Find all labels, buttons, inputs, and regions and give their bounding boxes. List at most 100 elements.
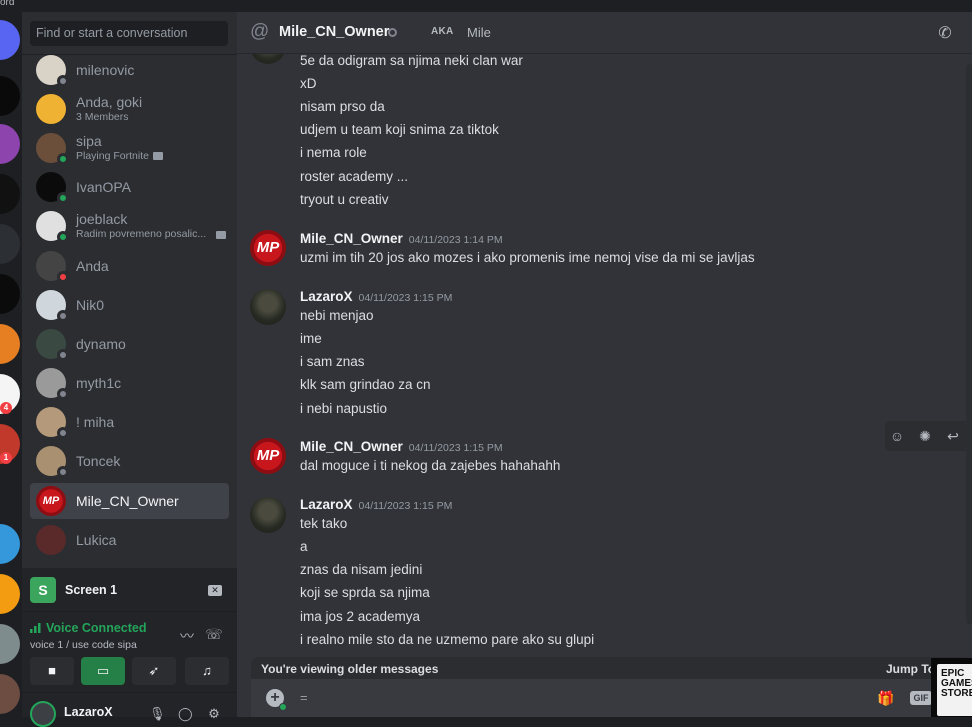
message-text: roster academy ... [300, 169, 409, 184]
server-icon[interactable] [0, 274, 20, 314]
server-icon[interactable] [0, 224, 20, 264]
dm-item-toncek[interactable]: Toncek [30, 443, 229, 479]
message-text: klk sam grindao za cn [300, 377, 431, 392]
server-icon[interactable] [0, 174, 20, 214]
dm-item-joeblack[interactable]: joeblack Radim povremeno posalic... [30, 208, 229, 244]
scrollbar[interactable] [966, 64, 972, 624]
message-avatar[interactable]: MP [250, 230, 286, 266]
message-text: udjem u team koji snima za tiktok [300, 122, 499, 137]
status-indicator [57, 75, 69, 87]
dm-item-milenovic[interactable]: milenovic [30, 52, 229, 88]
dm-item-miha[interactable]: ! miha [30, 404, 229, 440]
soundboard-button[interactable]: ♫ [185, 657, 229, 685]
jump-to-present-button[interactable]: Jump To [886, 662, 935, 676]
message-author[interactable]: Mile_CN_Owner [300, 439, 403, 454]
dm-item-dynamo[interactable]: dynamo [30, 326, 229, 362]
camera-button[interactable]: ■ [30, 657, 74, 685]
close-stream-icon[interactable]: ✕ [208, 585, 222, 596]
window-title: ord [0, 0, 15, 8]
dm-activity: Playing Fortnite [76, 150, 226, 162]
voice-call-icon[interactable]: ✆ [935, 23, 955, 43]
message-author[interactable]: LazaroX [300, 289, 353, 304]
message-header: Mile_CN_Owner 04/11/2023 1:14 PM [300, 231, 503, 246]
activity-text: Playing Fortnite [76, 150, 149, 162]
message-text: i nema role [300, 145, 367, 160]
message-composer[interactable]: + = 🎁 GIF [251, 679, 972, 717]
dm-item-lukica[interactable]: Lukica [30, 522, 229, 558]
status-indicator [57, 192, 69, 204]
add-super-reaction-icon[interactable]: ✺ [917, 428, 933, 444]
message-avatar[interactable]: MP [250, 438, 286, 474]
activity-button[interactable]: ➶ [132, 657, 176, 685]
message-text: znas da nisam jedini [300, 562, 423, 577]
dm-item-myth1c[interactable]: myth1c [30, 365, 229, 401]
dm-item-anda-goki[interactable]: Anda, goki 3 Members [30, 91, 229, 127]
aka-label: AKA [431, 26, 454, 37]
server-icon[interactable] [0, 624, 20, 664]
screen-share-button[interactable]: ▭ [81, 657, 125, 685]
dm-name: ! miha [76, 414, 115, 430]
dm-member-count: 3 Members [76, 111, 129, 123]
message-author[interactable]: LazaroX [300, 497, 353, 512]
notification-badge: 1 [0, 452, 12, 464]
server-icon[interactable] [0, 124, 20, 164]
upload-badge [279, 703, 287, 711]
message-input[interactable]: = [300, 690, 308, 705]
dm-name: sipa [76, 133, 102, 149]
group-avatar [36, 94, 66, 124]
older-messages-notice: You're viewing older messages [261, 662, 439, 676]
message-text: i nebi napustio [300, 401, 388, 416]
headphones-icon[interactable]: ◯ [178, 707, 193, 721]
message-avatar[interactable] [250, 497, 286, 533]
header-username[interactable]: Mile_CN_Owner [279, 24, 389, 40]
dm-item-nik0[interactable]: Nik0 [30, 287, 229, 323]
message-timestamp: 04/11/2023 1:15 PM [358, 500, 453, 512]
noise-suppression-icon[interactable]: 〰 [178, 626, 196, 644]
message-text: xD [300, 76, 317, 91]
status-indicator [57, 153, 69, 165]
search-input[interactable]: Find or start a conversation [30, 21, 228, 46]
add-reaction-icon[interactable]: ☺ [889, 428, 905, 444]
server-icon[interactable] [0, 524, 20, 564]
gif-button[interactable]: GIF [910, 691, 932, 705]
message-header: LazaroX 04/11/2023 1:15 PM [300, 497, 452, 512]
dm-name: milenovic [76, 62, 135, 78]
status-indicator [388, 28, 397, 37]
message-timestamp: 04/11/2023 1:15 PM [408, 442, 503, 454]
server-icon[interactable] [0, 76, 20, 116]
message-avatar[interactable] [250, 289, 286, 325]
status-indicator [57, 231, 69, 243]
dm-item-anda[interactable]: Anda [30, 248, 229, 284]
message-author[interactable]: Mile_CN_Owner [300, 231, 403, 246]
server-icon[interactable] [0, 674, 20, 714]
microphone-icon[interactable]: 🎙 [149, 707, 166, 721]
message-timestamp: 04/11/2023 1:15 PM [358, 292, 453, 304]
signal-icon [30, 623, 41, 633]
gift-icon[interactable]: 🎁 [877, 690, 894, 706]
dm-name: joeblack [76, 211, 128, 227]
dm-name: IvanOPA [76, 179, 131, 195]
gear-icon[interactable]: ⚙ [207, 707, 221, 721]
status-indicator [57, 349, 69, 361]
disconnect-icon[interactable]: ☏ [205, 626, 223, 642]
dm-name: Anda, goki [76, 94, 143, 110]
reply-icon[interactable]: ↩ [945, 428, 961, 444]
user-avatar[interactable] [30, 701, 56, 727]
dm-name: Mile_CN_Owner [76, 493, 179, 509]
dm-name: myth1c [76, 375, 122, 391]
older-messages-bar: You're viewing older messages Jump To [251, 657, 972, 679]
status-indicator [57, 466, 69, 478]
server-icon[interactable] [0, 324, 20, 364]
voice-channel-name[interactable]: voice 1 / use code sipa [30, 639, 137, 651]
notification-badge: 4 [0, 402, 12, 414]
server-icon[interactable] [0, 574, 20, 614]
message-text: nebi menjao [300, 308, 374, 323]
dm-item-ivanopa[interactable]: IvanOPA [30, 169, 229, 205]
dm-name: Anda [76, 258, 109, 274]
home-button[interactable] [0, 20, 20, 60]
dm-name: Lukica [76, 532, 117, 548]
dm-item-sipa[interactable]: sipa Playing Fortnite [30, 130, 229, 166]
message-text: tryout u creativ [300, 192, 389, 207]
user-panel: LazaroX 🎙 ◯ ⚙ [22, 692, 237, 727]
dm-item-mile-cn-owner[interactable]: MP Mile_CN_Owner [30, 483, 229, 519]
